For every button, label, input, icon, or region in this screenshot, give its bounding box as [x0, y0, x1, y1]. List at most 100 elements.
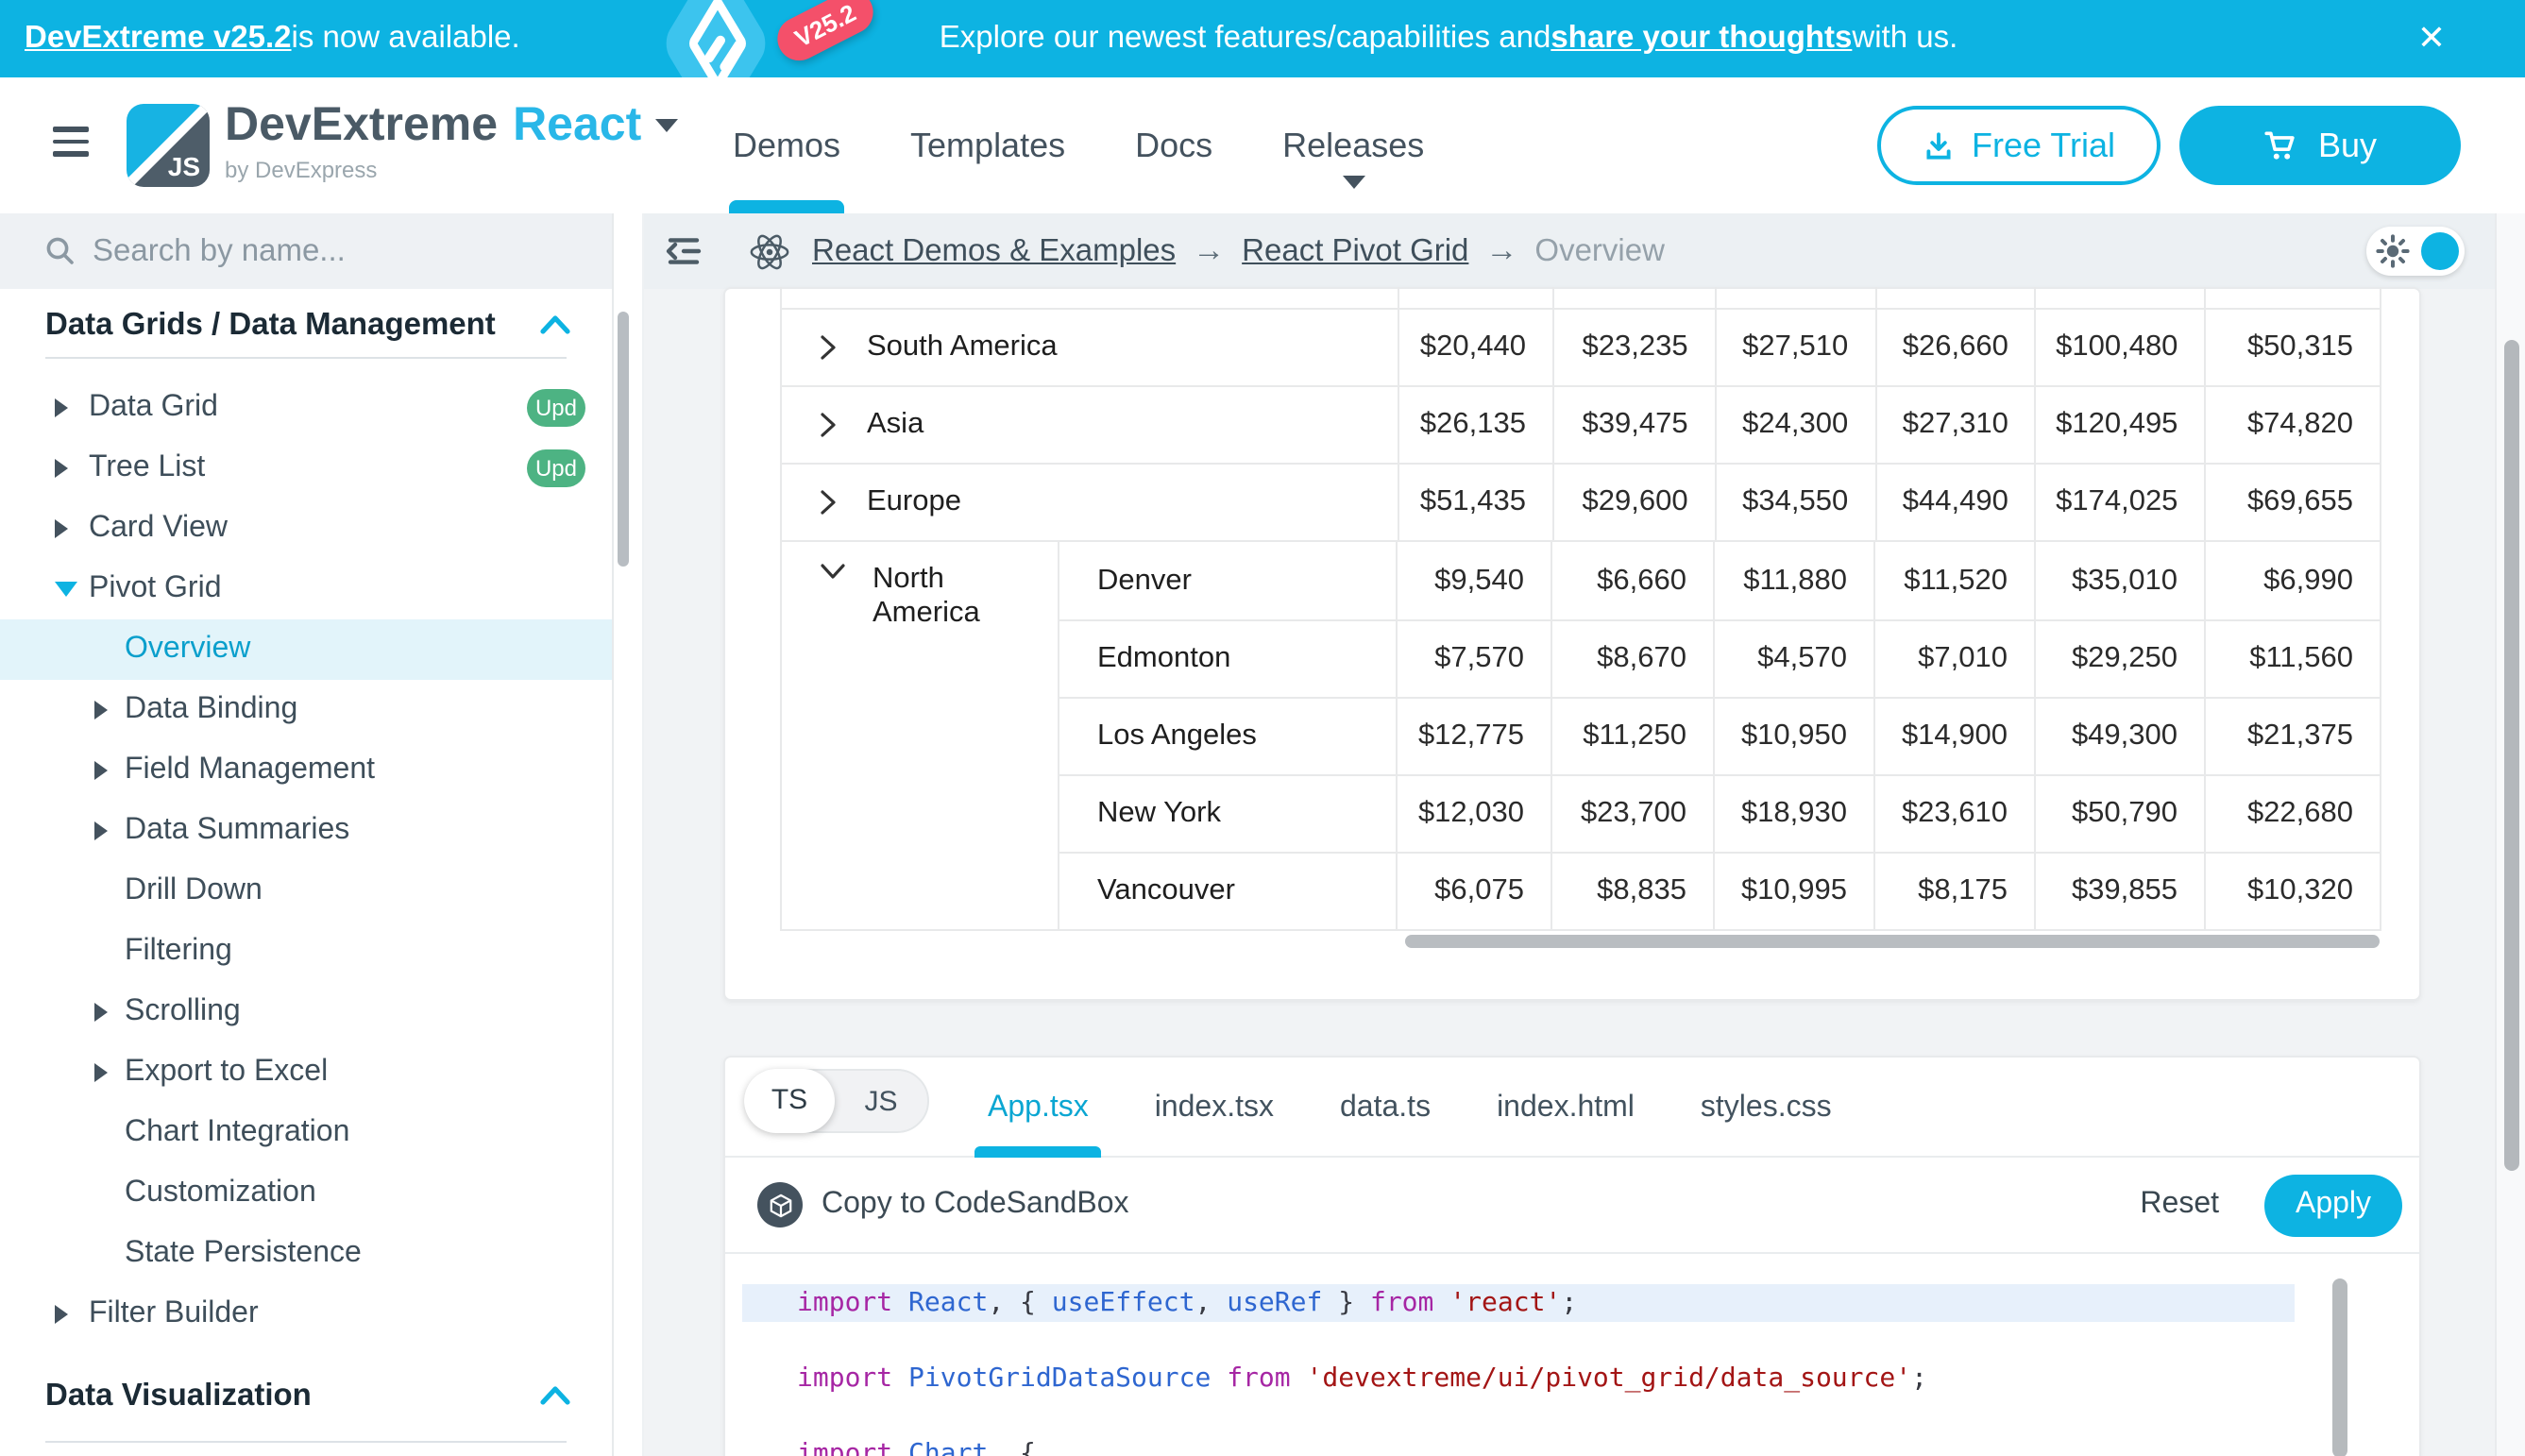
sidebar-item-drill-down[interactable]: Drill Down [0, 861, 612, 922]
pivot-value-cell: $120,495 [2035, 387, 2205, 463]
pivot-value-cell: $23,700 [1551, 776, 1713, 852]
collapse-chevron-icon[interactable] [820, 563, 846, 580]
tab-label: index.html [1497, 1091, 1635, 1125]
pivot-region-cell[interactable]: Asia [782, 387, 1398, 463]
banner-close-icon[interactable]: ✕ [2417, 0, 2446, 77]
pivot-empty-cell [782, 287, 1398, 308]
tab-index-html[interactable]: index.html [1497, 1058, 1635, 1158]
nav-item-templates[interactable]: Templates [910, 77, 1065, 213]
sidebar-item-scrolling[interactable]: Scrolling [0, 982, 612, 1042]
pivot-value-cell: $50,790 [2034, 776, 2204, 852]
sidebar-item-state-persistence[interactable]: State Persistence [0, 1224, 612, 1284]
code-token: from [1227, 1363, 1306, 1394]
pivot-city-cell[interactable]: Edmonton [1058, 621, 1396, 697]
copy-to-codesandbox-button[interactable]: Copy to CodeSandBox [822, 1188, 1129, 1222]
sidebar-item-data-summaries[interactable]: Data Summaries [0, 801, 612, 861]
pivot-region-cell[interactable]: Europe [782, 465, 1398, 540]
section-title: Data Visualization [0, 1378, 540, 1414]
code-token: 'devextreme/ui/pivot_grid/data_source' [1307, 1363, 1912, 1394]
platform-dropdown[interactable]: React [513, 98, 677, 153]
buy-button[interactable]: Buy [2179, 106, 2461, 185]
code-file-tabs: App.tsx index.tsx data.ts index.html styles.… [988, 1058, 1832, 1158]
sidebar-item-tree-list[interactable]: Tree ListUpd [0, 438, 612, 499]
sidebar-item-pivot-grid[interactable]: Pivot Grid [0, 559, 612, 619]
code-line: import Chart, { [725, 1435, 2421, 1456]
pivot-row-europe: Europe$51,435$29,600$34,550$44,490$174,0… [782, 463, 2380, 540]
nav-item-demos[interactable]: Demos [733, 77, 840, 213]
codesandbox-icon[interactable] [757, 1182, 803, 1227]
sidebar-section-data-visualization[interactable]: Data Visualization [0, 1371, 612, 1420]
tab-label: styles.css [1701, 1091, 1832, 1125]
divider [45, 1441, 567, 1443]
page-scrollbar-thumb[interactable] [2504, 340, 2519, 1171]
free-trial-button[interactable]: Free Trial [1877, 106, 2161, 185]
sidebar-item-chart-integration[interactable]: Chart Integration [0, 1103, 612, 1163]
tab-index-tsx[interactable]: index.tsx [1155, 1058, 1274, 1158]
sidebar-item-data-binding[interactable]: Data Binding [0, 680, 612, 740]
reset-button[interactable]: Reset [2140, 1188, 2219, 1222]
tab-data-ts[interactable]: data.ts [1340, 1058, 1431, 1158]
sidebar-section-data-grids[interactable]: Data Grids / Data Management [0, 300, 612, 349]
nav-item-releases[interactable]: Releases [1282, 77, 1424, 213]
ts-js-toggle[interactable]: TS JS [744, 1069, 929, 1133]
share-your-thoughts-link[interactable]: share your thoughts [1551, 21, 1852, 57]
nav-item-label: Docs [1135, 126, 1212, 165]
sidebar-item-data-grid[interactable]: Data GridUpd [0, 378, 612, 438]
expand-triangle-icon [94, 701, 108, 720]
code-token: useRef [1227, 1288, 1322, 1318]
sidebar-item-label: Pivot Grid [0, 572, 222, 606]
pivot-city-cell[interactable]: Vancouver [1058, 854, 1396, 929]
pivot-value-cell: $10,995 [1713, 854, 1873, 929]
tab-app-tsx[interactable]: App.tsx [988, 1058, 1089, 1158]
js-option[interactable]: JS [835, 1085, 927, 1117]
pivot-region-cell[interactable]: North America [782, 542, 1058, 929]
expand-chevron-icon[interactable] [820, 489, 837, 516]
sidebar-item-field-management[interactable]: Field Management [0, 740, 612, 801]
breadcrumb-parent-link[interactable]: React Pivot Grid [1242, 233, 1468, 269]
ts-option[interactable]: TS [744, 1068, 835, 1132]
devextreme-js-logo[interactable]: JS [127, 104, 210, 187]
sidebar-item-overview[interactable]: Overview [0, 619, 612, 680]
sidebar-item-card-view[interactable]: Card View [0, 499, 612, 559]
search-input[interactable] [89, 225, 580, 278]
sidebar-item-filtering[interactable]: Filtering [0, 922, 612, 982]
sidebar-item-customization[interactable]: Customization [0, 1163, 612, 1224]
breadcrumb-root-link[interactable]: React Demos & Examples [812, 233, 1176, 269]
code-vertical-scrollbar[interactable] [2332, 1278, 2347, 1456]
react-icon [748, 229, 791, 273]
breadcrumb-current: Overview [1534, 233, 1665, 269]
pivot-row-south-america: South America$20,440$23,235$27,510$26,66… [782, 308, 2380, 385]
tab-styles-css[interactable]: styles.css [1701, 1058, 1832, 1158]
sidebar-item-label: Data Summaries [0, 814, 349, 848]
code-token: 'react' [1449, 1288, 1561, 1318]
pivot-city-cell[interactable]: Los Angeles [1058, 699, 1396, 774]
pivot-value-cell: $24,300 [1715, 387, 1875, 463]
pivot-grid-horizontal-scrollbar[interactable] [1405, 935, 2380, 948]
theme-toggle[interactable] [2366, 227, 2465, 276]
sidebar-item-filter-builder[interactable]: Filter Builder [0, 1284, 612, 1345]
expand-chevron-icon[interactable] [820, 334, 837, 361]
pivot-value-cell [1715, 287, 1875, 308]
pivot-city-cell[interactable]: Denver [1058, 542, 1396, 619]
hamburger-menu-icon[interactable] [53, 127, 89, 157]
sidebar-item-label: Chart Integration [0, 1116, 349, 1150]
sidebar-item-export-to-excel[interactable]: Export to Excel [0, 1042, 612, 1103]
apply-button[interactable]: Apply [2264, 1174, 2402, 1236]
tab-label: App.tsx [988, 1091, 1089, 1125]
pivot-value-cell: $6,075 [1396, 854, 1551, 929]
sidebar-scrollbar-thumb[interactable] [618, 312, 629, 567]
expand-chevron-icon[interactable] [820, 412, 837, 438]
pivot-value-cell: $39,855 [2034, 854, 2204, 929]
breadcrumb-bar: React Demos & Examples → React Pivot Gri… [644, 213, 2495, 289]
code-editor[interactable]: import React, { useEffect, useRef } from… [725, 1256, 2421, 1456]
pivot-region-cell[interactable]: South America [782, 310, 1398, 385]
sidebar-item-label: Tree List [0, 451, 205, 485]
banner-version-link[interactable]: DevExtreme v25.2 [25, 21, 292, 57]
pivot-region-label: North America [873, 563, 1058, 631]
code-token: useEffect [1052, 1288, 1195, 1318]
pivot-city-label: New York [1097, 797, 1221, 831]
pivot-city-cell[interactable]: New York [1058, 776, 1396, 852]
nav-item-docs[interactable]: Docs [1135, 77, 1212, 213]
pivot-value-cell: $7,010 [1873, 621, 2034, 697]
collapse-sidebar-icon[interactable] [661, 234, 703, 268]
